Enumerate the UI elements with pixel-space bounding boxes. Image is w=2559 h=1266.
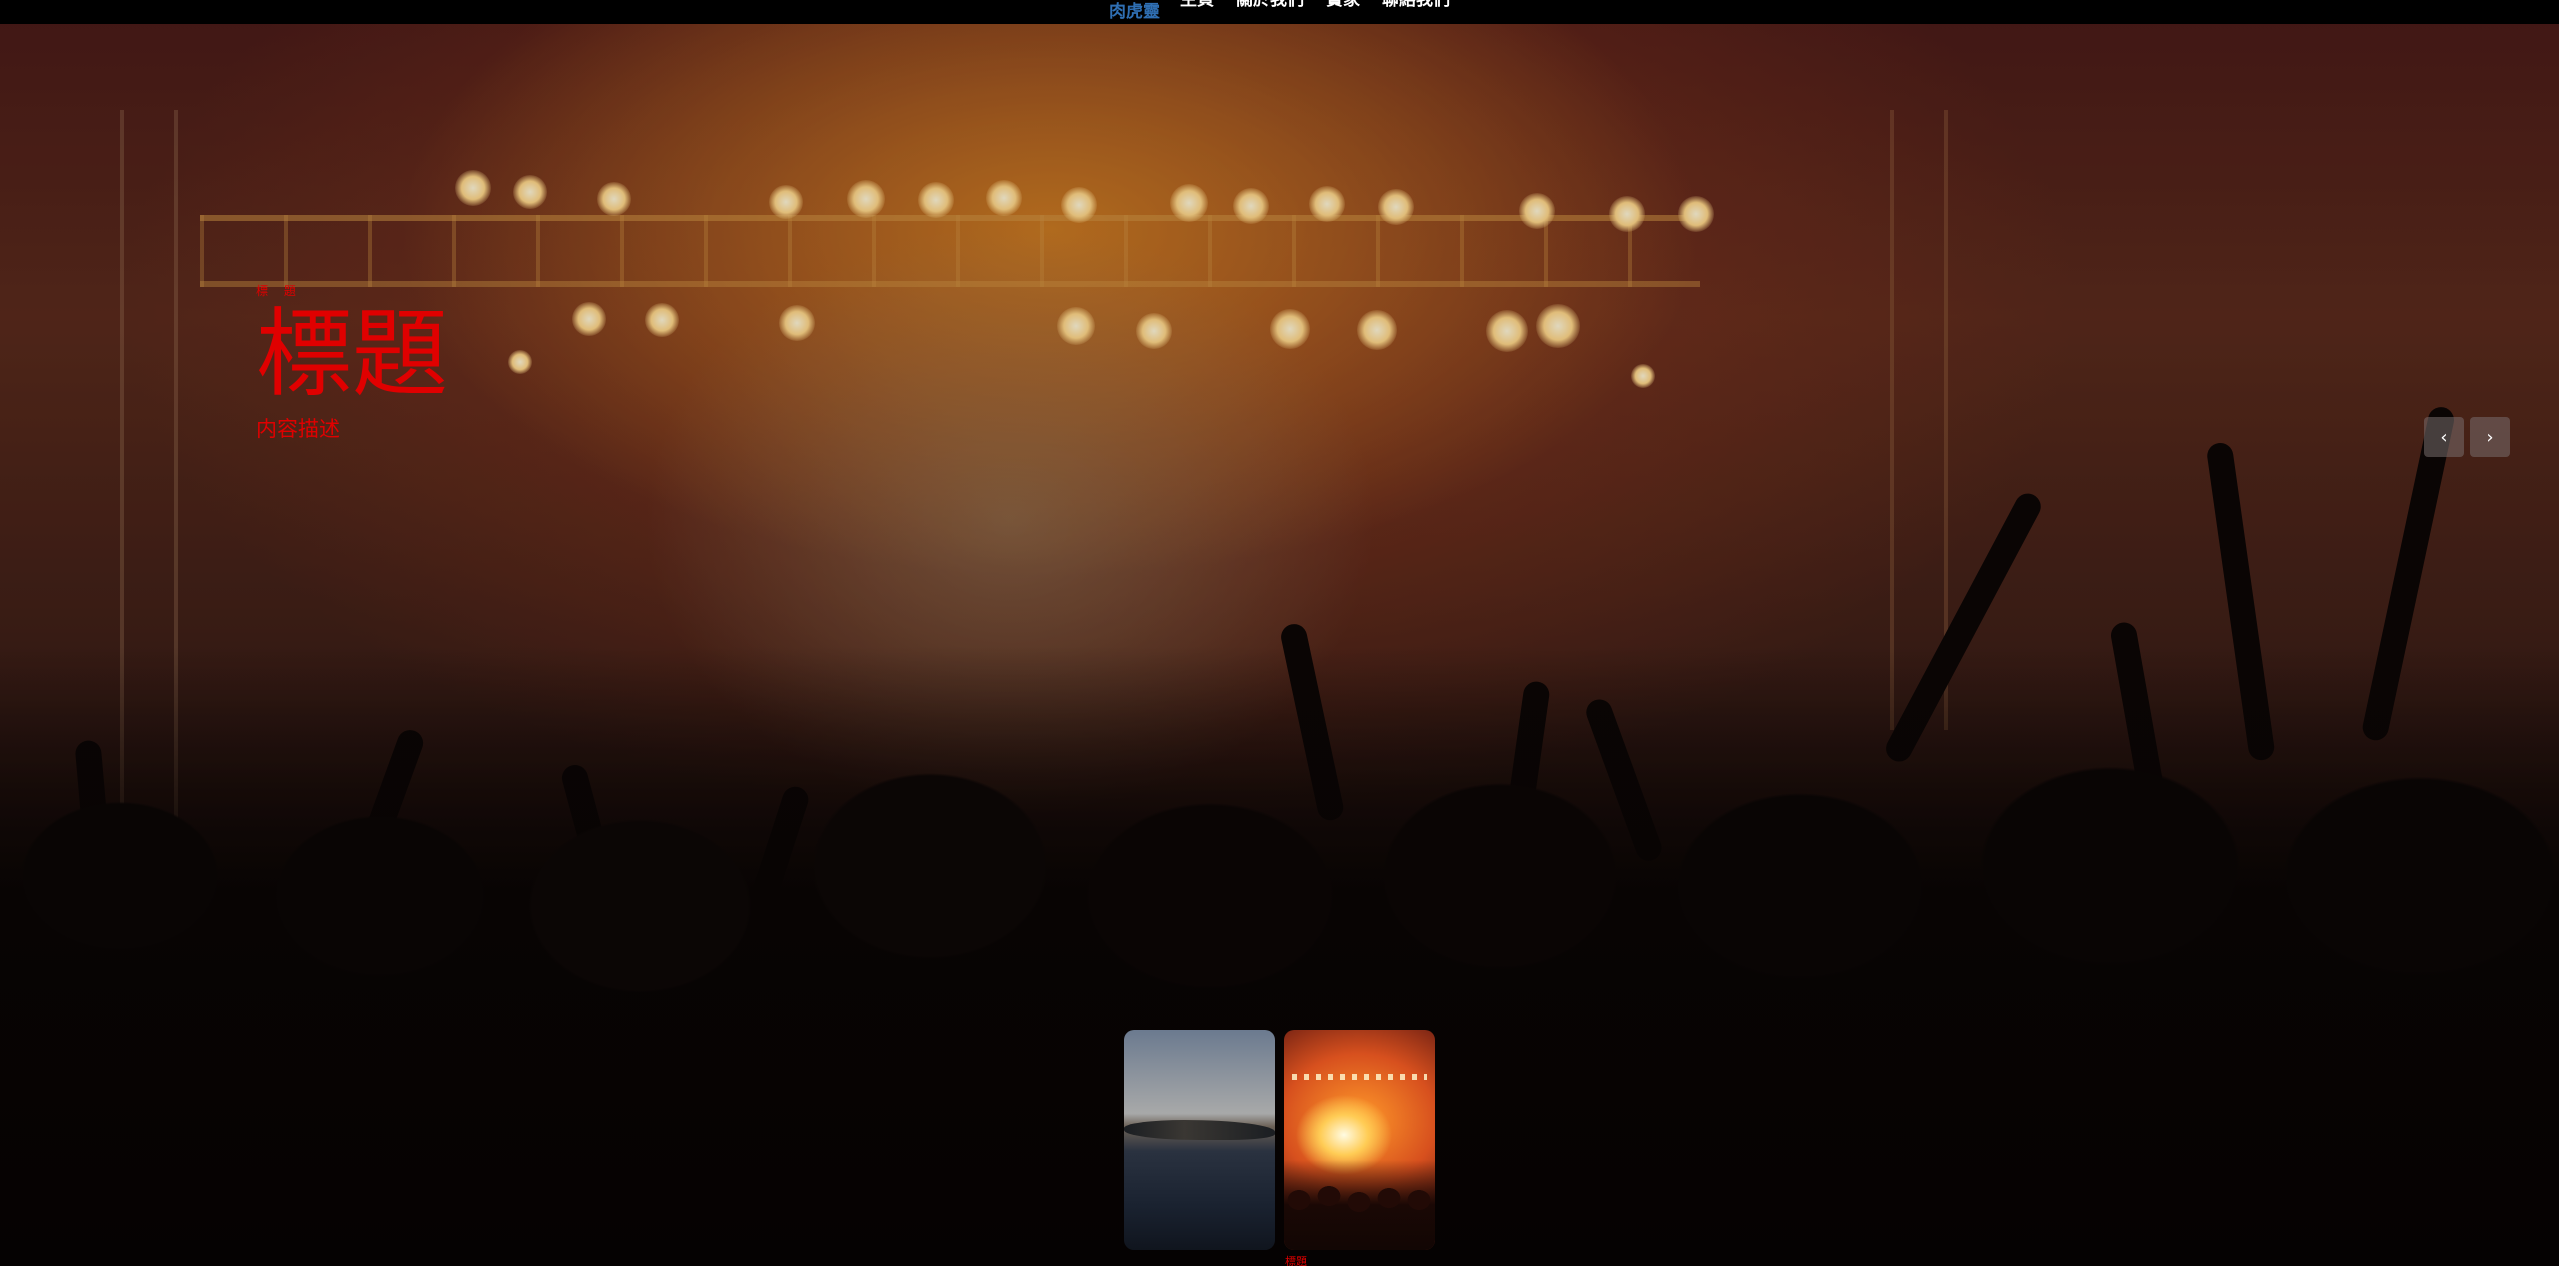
nav-link-contact[interactable]: 聯絡我們 (1382, 0, 1450, 10)
slider-next-button[interactable]: › (2470, 417, 2510, 457)
thumbnail-shoreline (1124, 1120, 1275, 1140)
nav-link-about[interactable]: 關於我們 (1236, 0, 1304, 10)
nav-menu: 主頁 關於我們 實家 聯絡我們 (1180, 0, 1450, 10)
nav-link-products[interactable]: 實家 (1326, 0, 1360, 10)
thumbnail-sea-shore[interactable] (1124, 1030, 1275, 1250)
thumbnail-crowd (1284, 1160, 1435, 1250)
chevron-left-icon: ‹ (2440, 426, 2448, 448)
top-navbar: 肉虎靈 主頁 關於我們 實家 聯絡我們 (0, 0, 2559, 24)
hero-title: 標題 (256, 298, 448, 410)
thumbnail-concert[interactable] (1284, 1030, 1435, 1250)
hero-caption: 標 題 標題 内容描述 (256, 282, 448, 443)
thumbnail-caption: 標題 (1285, 1255, 1307, 1266)
slider-prev-button[interactable]: ‹ (2424, 417, 2464, 457)
thumbnail-stage-lights (1292, 1074, 1427, 1080)
hero-description: 内容描述 (256, 417, 340, 441)
slider-thumbnails (1124, 1030, 1435, 1250)
chevron-right-icon: › (2486, 426, 2494, 448)
brand-logo-link[interactable]: 肉虎靈 (1109, 0, 1160, 24)
page: 肉虎靈 主頁 關於我們 實家 聯絡我們 標 題 標題 内容描述 ‹ › 標題 (0, 0, 2559, 1266)
hero-tag: 標 題 (256, 284, 302, 298)
nav-link-home[interactable]: 主頁 (1180, 0, 1214, 10)
slider-controls: ‹ › (2424, 417, 2510, 457)
